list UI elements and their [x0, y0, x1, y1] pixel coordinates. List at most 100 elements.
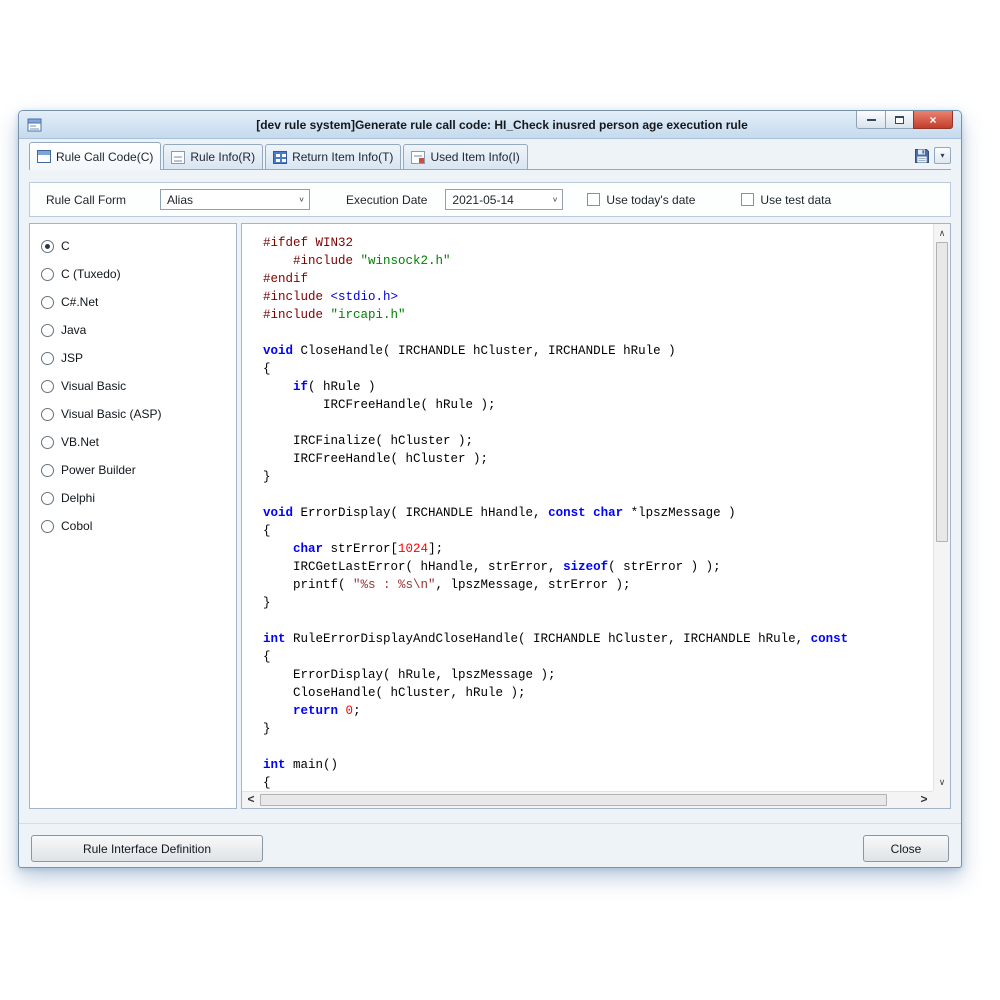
- scroll-right-icon[interactable]: >: [916, 792, 932, 808]
- language-option-label: Visual Basic (ASP): [61, 407, 161, 421]
- dialog-window: [dev rule system]Generate rule call code…: [18, 110, 962, 868]
- tab-label: Rule Call Code(C): [56, 150, 153, 164]
- code-line: }: [263, 594, 933, 612]
- code-line: ErrorDisplay( hRule, lpszMessage );: [263, 666, 933, 684]
- tab-label: Used Item Info(I): [430, 150, 519, 164]
- language-option-visual-basic-asp[interactable]: Visual Basic (ASP): [30, 400, 236, 428]
- language-option-label: Java: [61, 323, 86, 337]
- code-line: IRCFinalize( hCluster );: [263, 432, 933, 450]
- scroll-up-icon[interactable]: ∧: [934, 225, 950, 241]
- language-option-c[interactable]: C: [30, 232, 236, 260]
- footer-separator: [19, 823, 961, 824]
- language-option-delphi[interactable]: Delphi: [30, 484, 236, 512]
- code-line: {: [263, 774, 933, 791]
- minimize-icon: [867, 118, 876, 121]
- rule-call-form-value: Alias: [167, 193, 193, 207]
- close-window-button[interactable]: ×: [913, 111, 953, 129]
- radio-icon: [41, 296, 54, 309]
- app-icon: [27, 117, 43, 133]
- scrollbar-corner: [933, 791, 950, 808]
- tab-actions: ▾: [913, 147, 951, 169]
- radio-icon: [41, 464, 54, 477]
- chevron-down-icon: ∨: [552, 195, 559, 204]
- vertical-scrollbar[interactable]: ∧ ∨: [933, 224, 950, 791]
- radio-icon: [41, 380, 54, 393]
- code-line: [263, 612, 933, 630]
- code-content[interactable]: #ifdef WIN32 #include "winsock2.h"#endif…: [242, 224, 933, 791]
- use-test-data-checkbox[interactable]: Use test data: [741, 193, 831, 207]
- horizontal-scroll-thumb[interactable]: [260, 794, 887, 806]
- window-controls: ×: [856, 111, 953, 129]
- options-toolbar: Rule Call Form Alias ∨ Execution Date 20…: [29, 182, 951, 217]
- code-line: void CloseHandle( IRCHANDLE hCluster, IR…: [263, 342, 933, 360]
- rule-call-code-icon: [37, 150, 51, 163]
- horizontal-scrollbar[interactable]: < >: [242, 791, 933, 808]
- code-line: {: [263, 360, 933, 378]
- code-line: char strError[1024];: [263, 540, 933, 558]
- title-bar[interactable]: [dev rule system]Generate rule call code…: [19, 111, 961, 139]
- code-line: [263, 738, 933, 756]
- close-button[interactable]: Close: [863, 835, 949, 862]
- tab-label: Rule Info(R): [190, 150, 255, 164]
- language-option-label: JSP: [61, 351, 83, 365]
- use-todays-date-label: Use today's date: [606, 193, 695, 207]
- code-line: #include "ircapi.h": [263, 306, 933, 324]
- scroll-down-icon[interactable]: ∨: [934, 774, 950, 790]
- language-option-label: Cobol: [61, 519, 92, 533]
- language-option-label: Visual Basic: [61, 379, 126, 393]
- radio-icon: [41, 492, 54, 505]
- code-line: #include <stdio.h>: [263, 288, 933, 306]
- language-option-label: C#.Net: [61, 295, 98, 309]
- chevron-down-icon: ∨: [298, 195, 305, 204]
- tab-label: Return Item Info(T): [292, 150, 393, 164]
- code-line: int RuleErrorDisplayAndCloseHandle( IRCH…: [263, 630, 933, 648]
- save-button[interactable]: [913, 147, 931, 164]
- radio-icon: [41, 352, 54, 365]
- rule-call-form-select[interactable]: Alias ∨: [160, 189, 310, 210]
- language-option-jsp[interactable]: JSP: [30, 344, 236, 372]
- language-list: C C (Tuxedo) C#.Net Java JSP Visual Basic Visu…: [29, 223, 237, 809]
- code-line: CloseHandle( hCluster, hRule );: [263, 684, 933, 702]
- save-dropdown-button[interactable]: ▾: [934, 147, 951, 164]
- radio-icon: [41, 408, 54, 421]
- window-title: [dev rule system]Generate rule call code…: [43, 118, 961, 132]
- radio-icon: [41, 436, 54, 449]
- language-option-java[interactable]: Java: [30, 316, 236, 344]
- execution-date-select[interactable]: 2021-05-14 ∨: [445, 189, 563, 210]
- use-todays-date-checkbox[interactable]: Use today's date: [587, 193, 695, 207]
- language-option-power-builder[interactable]: Power Builder: [30, 456, 236, 484]
- chevron-down-icon: ▾: [940, 151, 944, 160]
- used-item-info-icon: [411, 151, 425, 164]
- tab-rule-info-r[interactable]: Rule Info(R): [163, 144, 263, 169]
- vertical-scroll-thumb[interactable]: [936, 242, 948, 542]
- return-item-info-icon: [273, 151, 287, 164]
- code-line: [263, 414, 933, 432]
- code-line: IRCFreeHandle( hRule );: [263, 396, 933, 414]
- language-option-label: C (Tuxedo): [61, 267, 121, 281]
- language-option-visual-basic[interactable]: Visual Basic: [30, 372, 236, 400]
- tab-bar-tabs: Rule Call Code(C) Rule Info(R) Return Item…: [29, 141, 530, 169]
- tab-used-item-info-i[interactable]: Used Item Info(I): [403, 144, 527, 169]
- code-line: }: [263, 468, 933, 486]
- minimize-button[interactable]: [856, 111, 885, 129]
- close-icon: ×: [929, 113, 936, 127]
- code-line: [263, 486, 933, 504]
- language-option-label: Power Builder: [61, 463, 136, 477]
- execution-date-value: 2021-05-14: [452, 193, 513, 207]
- code-line: {: [263, 522, 933, 540]
- language-option-label: VB.Net: [61, 435, 99, 449]
- code-line: #include "winsock2.h": [263, 252, 933, 270]
- language-option-c-net[interactable]: C#.Net: [30, 288, 236, 316]
- execution-date-label: Execution Date: [346, 193, 427, 207]
- rule-info-icon: [171, 151, 185, 164]
- maximize-button[interactable]: [885, 111, 913, 129]
- language-option-vb-net[interactable]: VB.Net: [30, 428, 236, 456]
- rule-interface-definition-button[interactable]: Rule Interface Definition: [31, 835, 263, 862]
- tab-return-item-info-t[interactable]: Return Item Info(T): [265, 144, 401, 169]
- code-line: #endif: [263, 270, 933, 288]
- language-option-c-tuxedo[interactable]: C (Tuxedo): [30, 260, 236, 288]
- checkbox-icon: [741, 193, 754, 206]
- language-option-cobol[interactable]: Cobol: [30, 512, 236, 540]
- tab-rule-call-code-c[interactable]: Rule Call Code(C): [29, 142, 161, 170]
- scroll-left-icon[interactable]: <: [243, 792, 259, 808]
